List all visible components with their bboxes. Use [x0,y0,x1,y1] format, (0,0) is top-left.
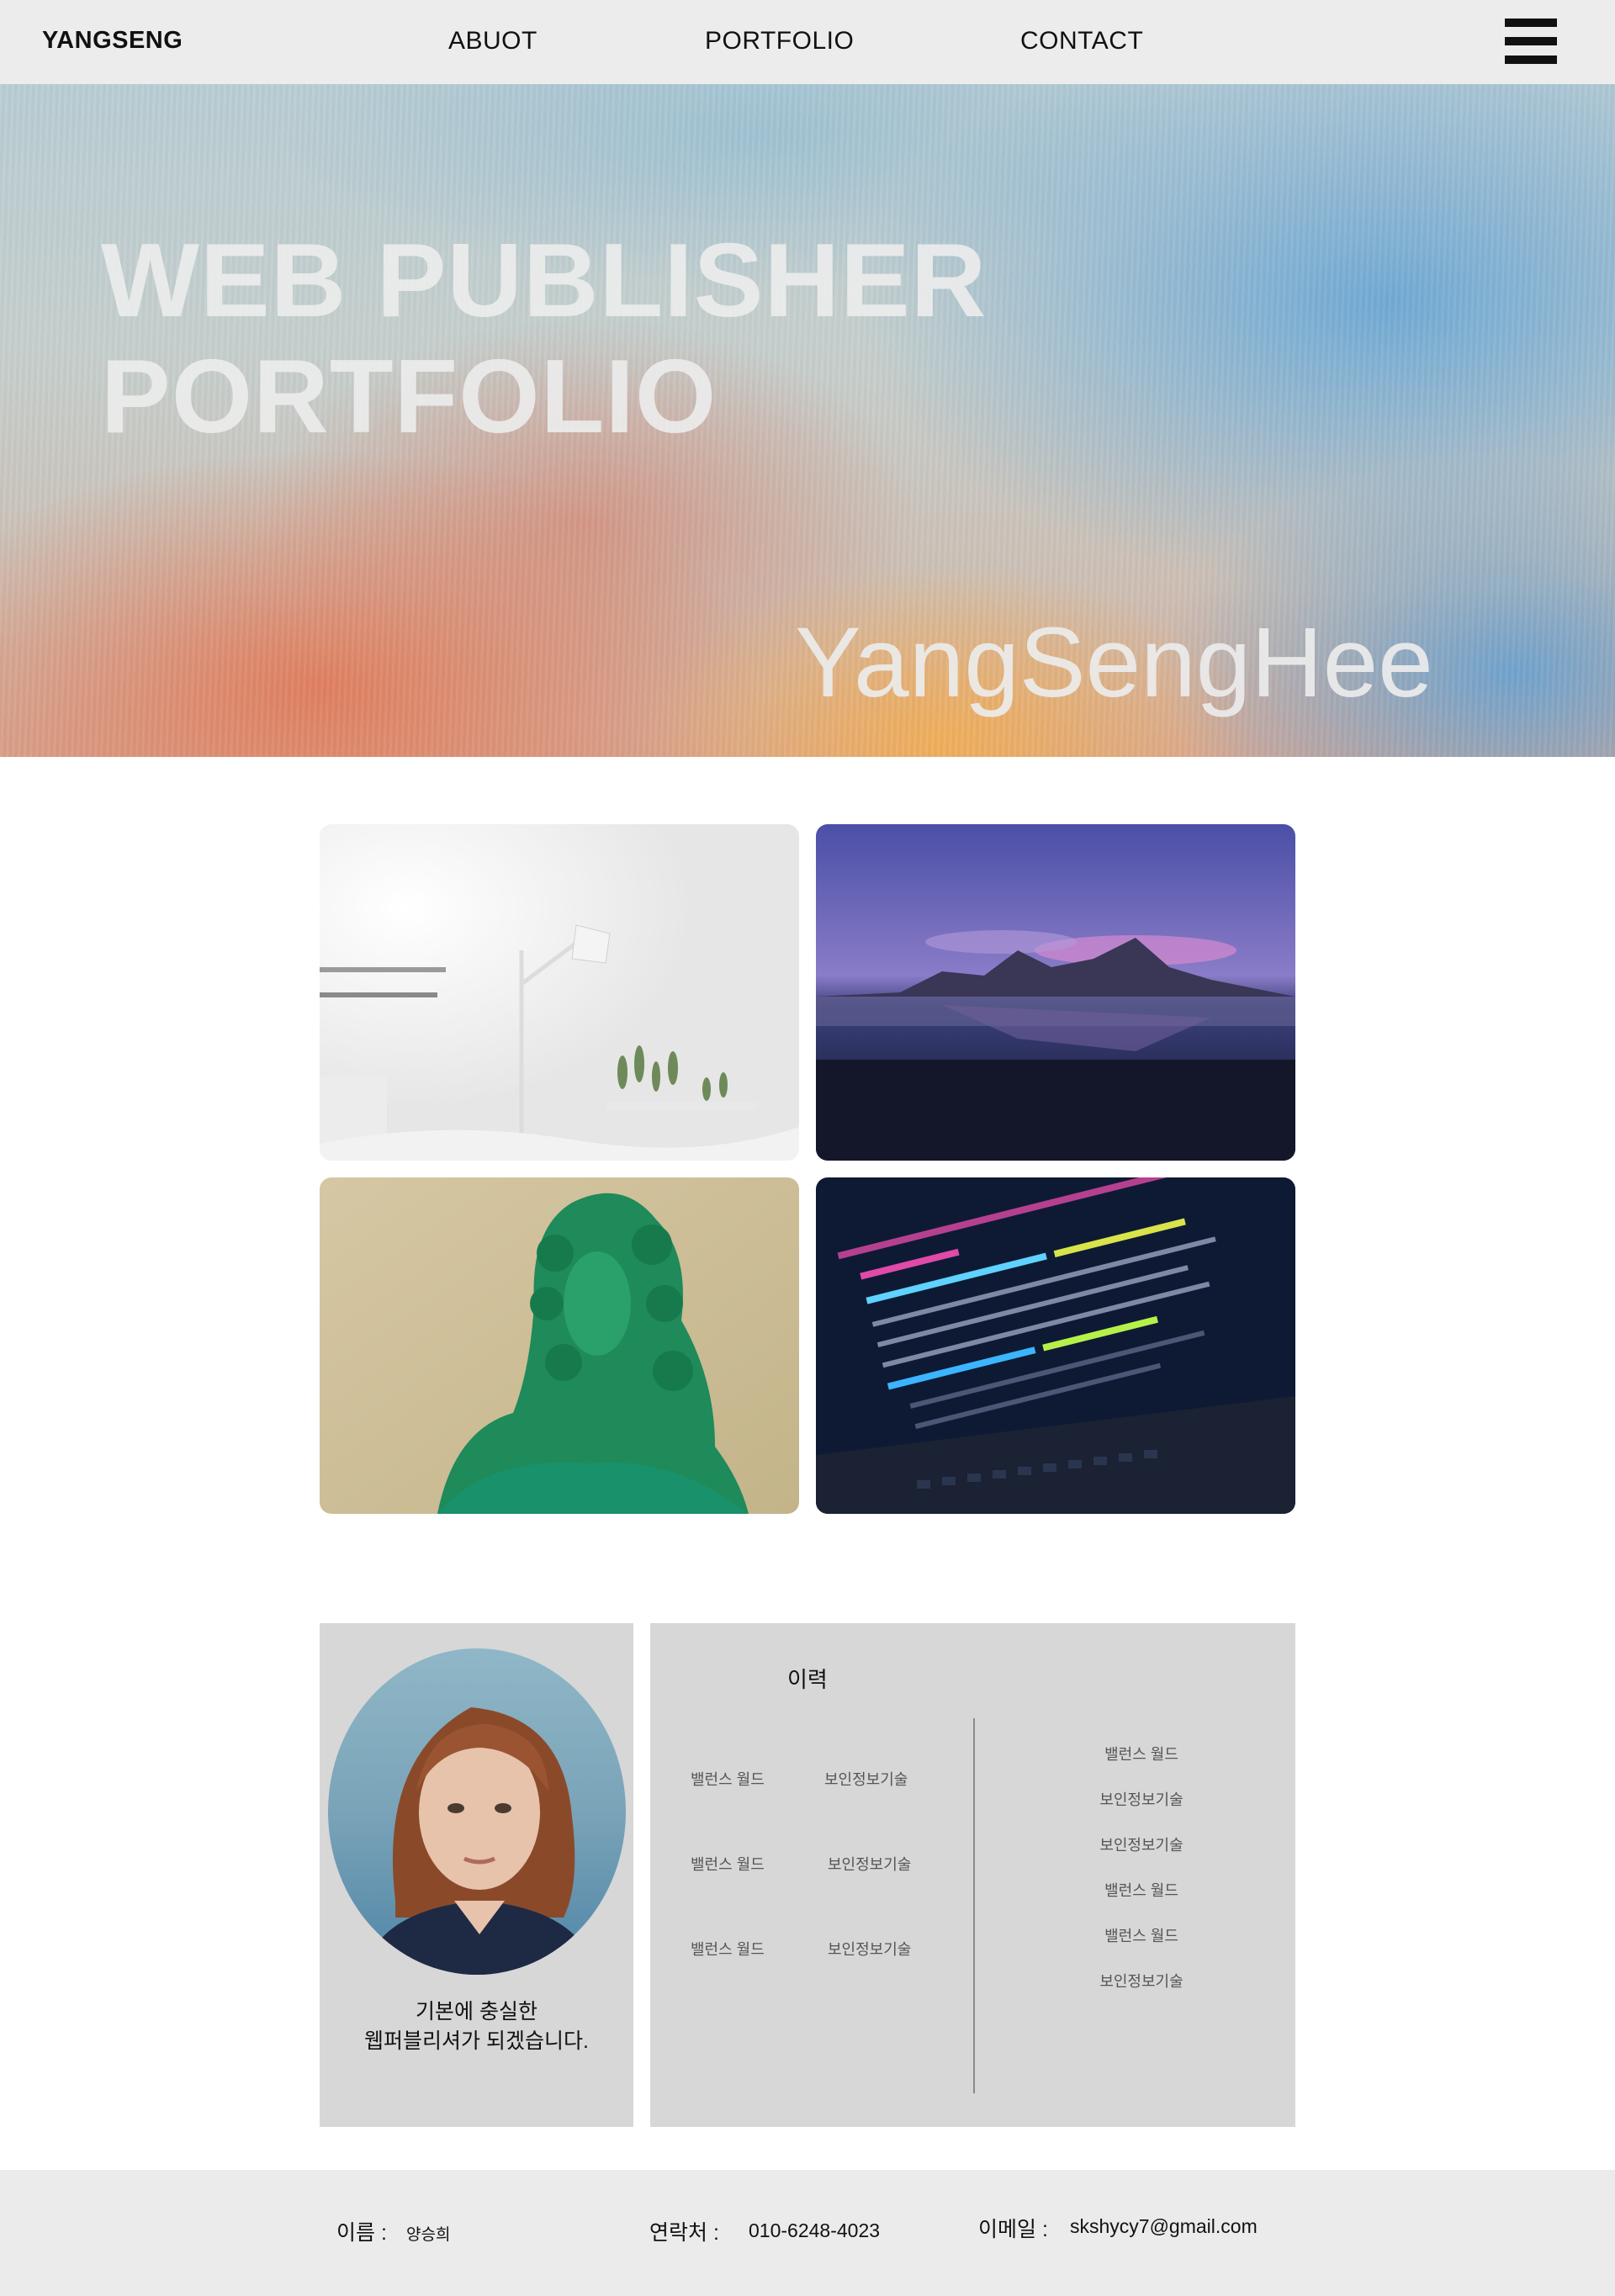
nav-portfolio[interactable]: PORTFOLIO [705,27,854,56]
hero-banner: WEB PUBLISHER PORTFOLIO YangSengHee [0,84,1615,757]
profile-avatar [328,1648,626,1975]
history-item: 보인정보기술 [828,1941,912,1958]
footer-name-label: 이름 : [336,2221,387,2245]
footer-email-value[interactable]: skshycy7@gmail.com [1070,2215,1258,2238]
gallery-image-mountain[interactable] [816,824,1295,1161]
footer-name-value: 양승희 [406,2226,451,2244]
profile-intro: 기본에 충실한 웹퍼블리셔가 되겠습니다. [320,1997,633,2056]
history-item: 밸런스 월드 [1104,1928,1178,1944]
footer-email-label: 이메일 : [978,2218,1048,2241]
top-header: YANGSENG ABUOT PORTFOLIO CONTACT [0,0,1615,84]
gallery-image-statue[interactable] [320,1177,799,1514]
footer-phone-label: 연락처 : [649,2221,719,2245]
nav-contact[interactable]: CONTACT [1020,27,1143,56]
history-item: 밸런스 월드 [691,1771,765,1788]
history-item: 보인정보기술 [1099,1837,1183,1854]
history-title: 이력 [787,1667,828,1692]
profile-card: 기본에 충실한 웹퍼블리셔가 되겠습니다. [320,1623,633,2127]
hero-title-line2: PORTFOLIO [101,339,717,455]
hero-title: WEB PUBLISHER PORTFOLIO [101,223,987,455]
hero-title-line1: WEB PUBLISHER [101,223,988,339]
hero-name: YangSengHee [795,607,1433,718]
contact-footer: 이름 : 양승희 연락처 : 010-6248-4023 이메일 : skshy… [0,2170,1615,2296]
history-item: 밸런스 월드 [1104,1746,1178,1763]
history-item: 보인정보기술 [824,1771,908,1788]
footer-phone-value[interactable]: 010-6248-4023 [749,2219,880,2242]
history-item: 밸런스 월드 [691,1941,765,1958]
history-item: 보인정보기술 [1099,1791,1183,1808]
history-item: 보인정보기술 [828,1856,912,1873]
history-item: 보인정보기술 [1099,1973,1183,1990]
history-item: 밸런스 월드 [1104,1882,1178,1899]
history-divider [973,1718,975,2093]
gallery-image-code[interactable] [816,1177,1295,1514]
nav-about[interactable]: ABUOT [448,27,537,56]
hamburger-menu-icon[interactable] [1505,19,1557,64]
gallery-image-room[interactable] [320,824,799,1161]
profile-intro-line2: 웹퍼블리셔가 되겠습니다. [364,2029,589,2053]
history-item: 밸런스 월드 [691,1856,765,1873]
profile-intro-line1: 기본에 충실한 [416,2000,537,2024]
history-card: 이력 밸런스 월드 보인정보기술 밸런스 월드 보인정보기술 밸런스 월드 보인… [650,1623,1295,2127]
site-logo[interactable]: YANGSENG [42,27,183,55]
